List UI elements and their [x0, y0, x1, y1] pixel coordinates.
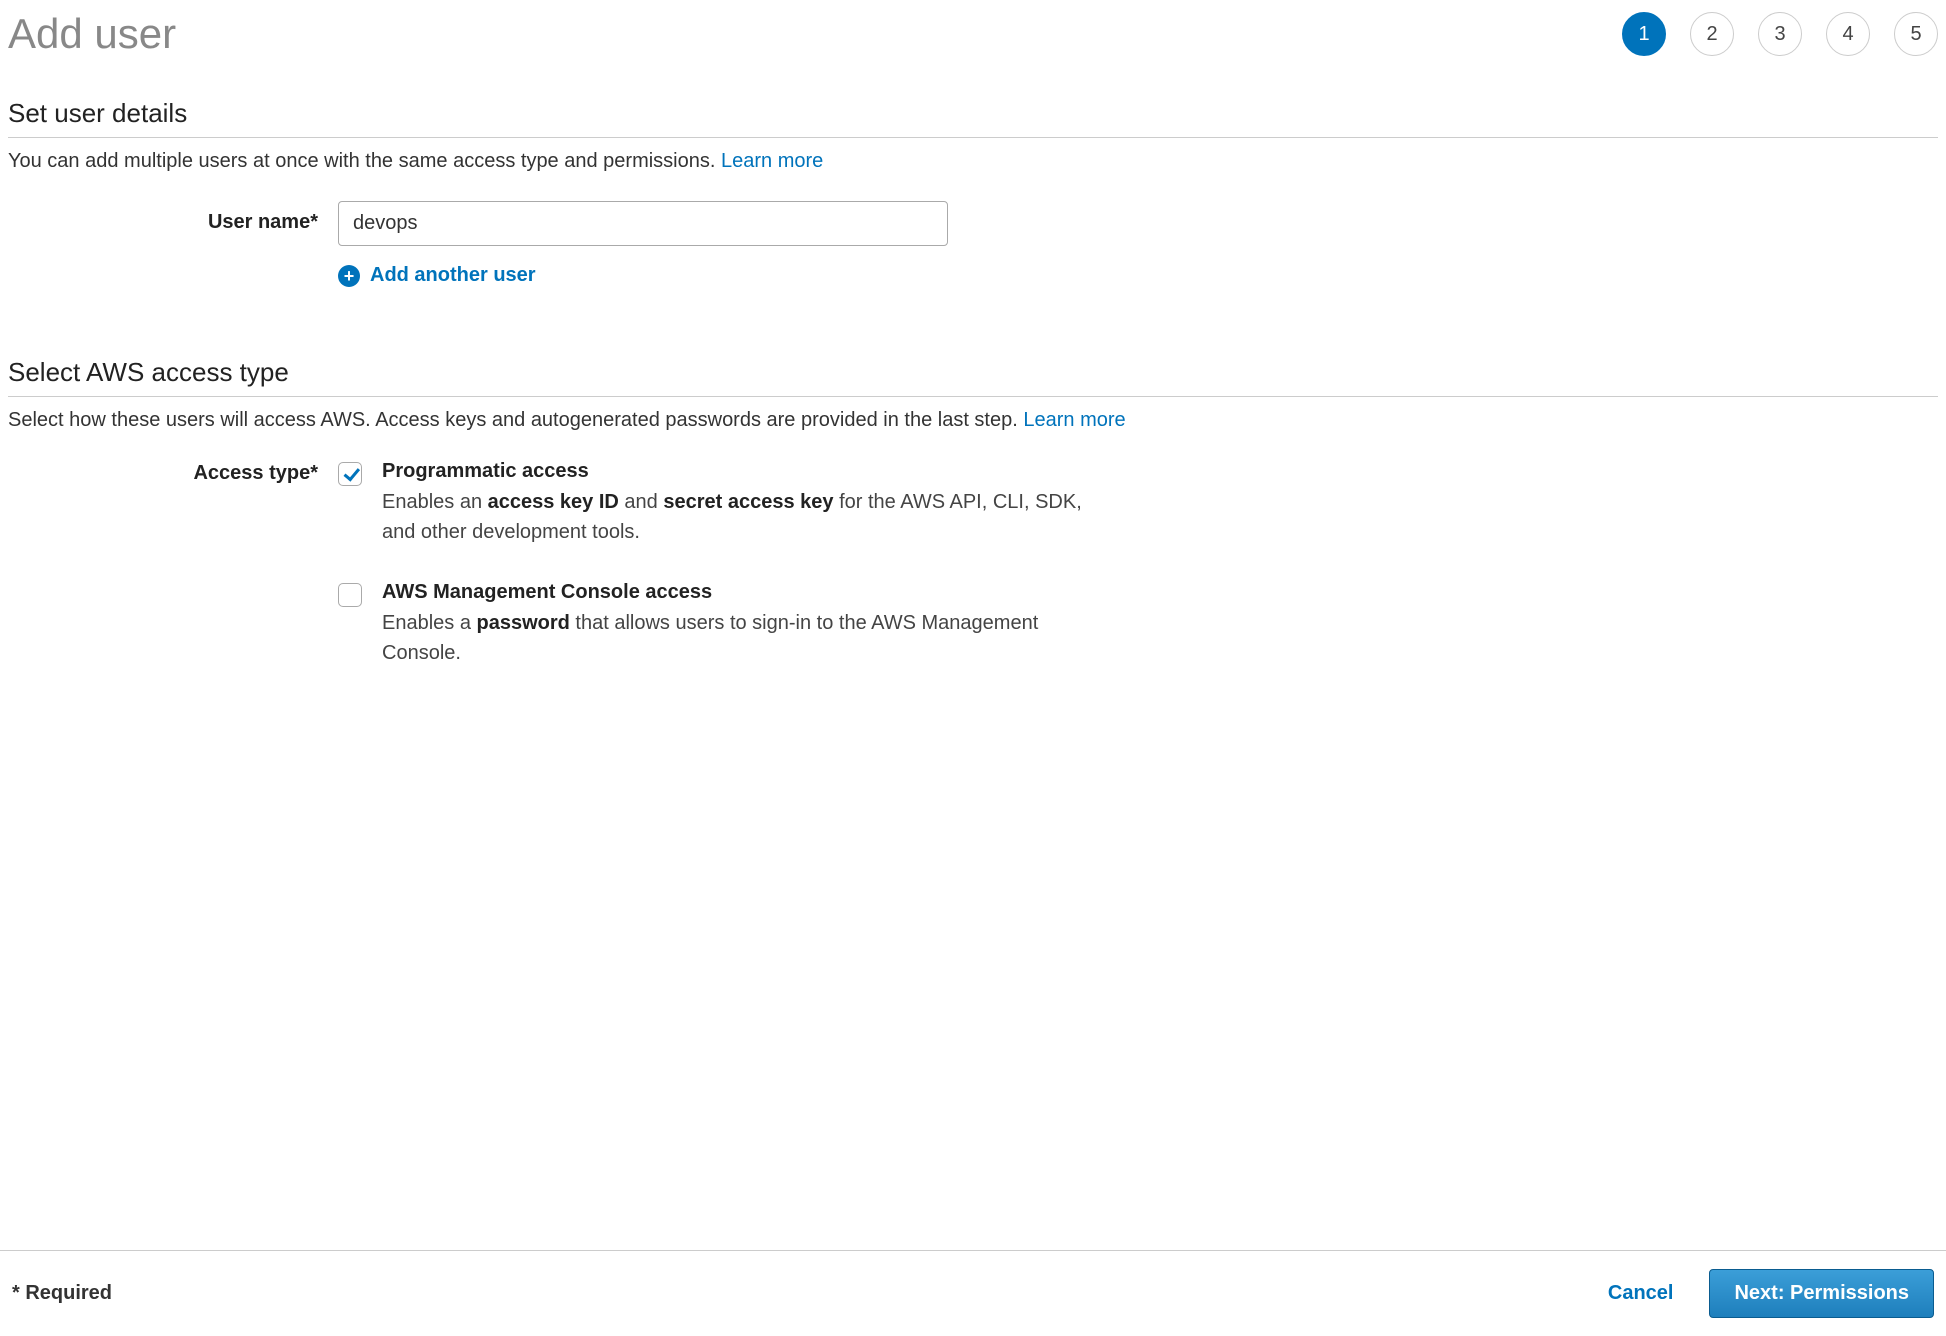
step-2[interactable]: 2: [1690, 12, 1734, 56]
learn-more-link-access-type[interactable]: Learn more: [1023, 409, 1125, 431]
step-5[interactable]: 5: [1894, 12, 1938, 56]
step-1[interactable]: 1: [1622, 12, 1666, 56]
learn-more-link-user-details[interactable]: Learn more: [721, 150, 823, 172]
console-access-checkbox[interactable]: [338, 583, 362, 607]
step-4[interactable]: 4: [1826, 12, 1870, 56]
user-details-desc-text: You can add multiple users at once with …: [8, 150, 715, 172]
plus-circle-icon: +: [338, 265, 360, 287]
username-label: User name*: [8, 201, 338, 234]
programmatic-access-checkbox[interactable]: [338, 462, 362, 486]
step-3[interactable]: 3: [1758, 12, 1802, 56]
username-input[interactable]: [338, 201, 948, 246]
access-type-desc-text: Select how these users will access AWS. …: [8, 409, 1018, 431]
access-type-label: Access type*: [8, 460, 338, 485]
wizard-steps: 1 2 3 4 5: [1622, 12, 1938, 56]
section-title-access-type: Select AWS access type: [8, 357, 1938, 397]
section-desc-user-details: You can add multiple users at once with …: [8, 150, 1938, 173]
add-another-user-button[interactable]: + Add another user: [338, 264, 1938, 287]
add-another-user-label: Add another user: [370, 264, 536, 287]
programmatic-access-desc: Enables an access key ID and secret acce…: [382, 487, 1102, 547]
next-permissions-button[interactable]: Next: Permissions: [1709, 1269, 1934, 1318]
programmatic-access-title: Programmatic access: [382, 460, 1938, 483]
section-desc-access-type: Select how these users will access AWS. …: [8, 409, 1938, 432]
section-title-user-details: Set user details: [8, 98, 1938, 138]
footer-bar: * Required Cancel Next: Permissions: [0, 1250, 1946, 1336]
page-title: Add user: [8, 10, 176, 58]
required-note: * Required: [12, 1282, 112, 1305]
console-access-title: AWS Management Console access: [382, 581, 1938, 604]
cancel-button[interactable]: Cancel: [1608, 1282, 1674, 1305]
console-access-desc: Enables a password that allows users to …: [382, 608, 1102, 668]
